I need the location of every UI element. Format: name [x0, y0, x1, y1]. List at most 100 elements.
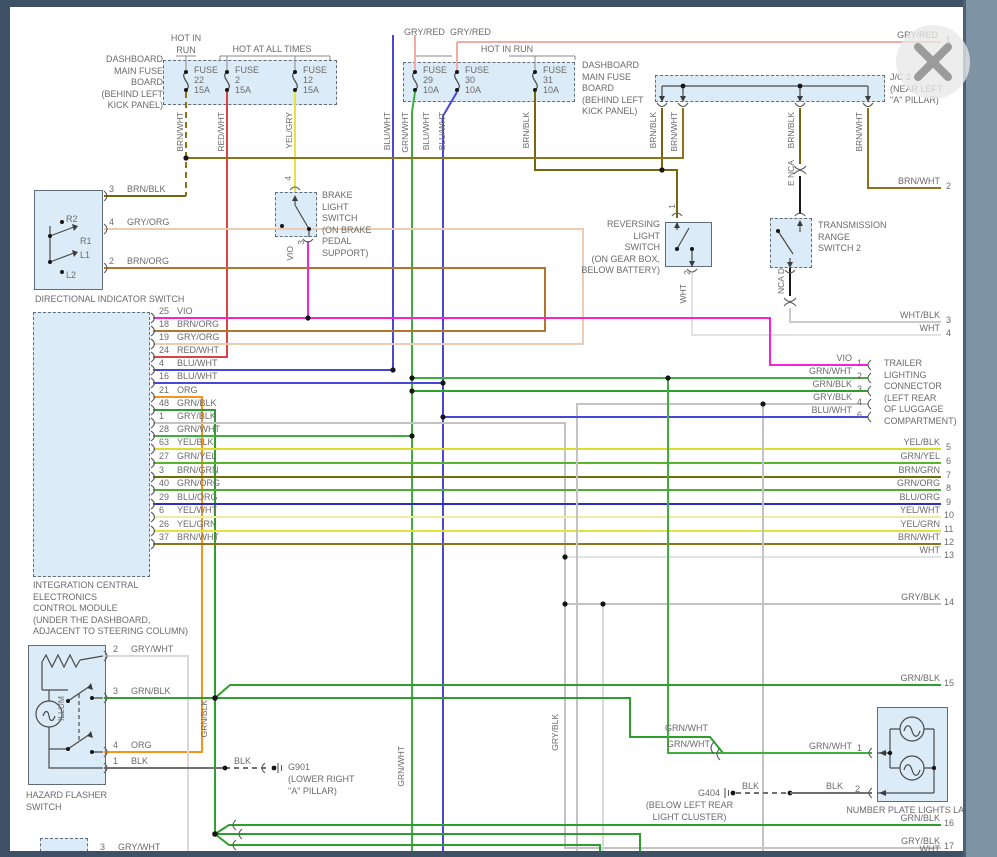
edge-wire: YEL/GRN	[900, 519, 940, 531]
dir-pin: 2BRN/ORG	[109, 256, 169, 266]
dir-contact-r2: R2	[66, 214, 78, 226]
edge-num: 12	[944, 537, 954, 547]
trailer-pin-num: 4	[857, 397, 862, 407]
fuse-board-2-name: DASHBOARD MAIN FUSE BOARD (BEHIND LEFT K…	[582, 60, 644, 118]
edge-wire: GRN/YEL	[900, 451, 940, 463]
edge-num: 14	[944, 597, 954, 607]
edge-num: 4	[946, 328, 951, 338]
wire-label-grn-wht: GRN/WHT	[396, 746, 406, 787]
wire-label-gry-blk: GRY/BLK	[550, 714, 560, 751]
wire-label-wht: WHT	[678, 284, 688, 303]
wire-blu-wht-main	[443, 92, 457, 857]
wire-label-grn-blk: GRN/BLK	[199, 700, 209, 737]
mod-pin: 29BLU/ORG	[159, 492, 218, 502]
edge-num: 3	[946, 315, 951, 325]
hazard-internals	[36, 655, 103, 768]
frame-top	[0, 0, 997, 7]
transmission-name: TRANSMISSION RANGE SWITCH 2	[818, 220, 887, 255]
wire-label: BRN/WHT	[175, 112, 185, 152]
g901-wire-label: BLK	[234, 756, 251, 768]
trailer-wire: VIO	[836, 353, 852, 365]
trailer-pin-num: 6	[857, 410, 862, 420]
close-button[interactable]	[896, 25, 970, 99]
dir-pin: 3BRN/BLK	[109, 184, 166, 194]
wire-label: YEL/GRY	[284, 112, 294, 149]
wire-grn-wht-lamp	[668, 378, 872, 753]
gry-red-label-b: GRY/RED	[450, 27, 491, 39]
fuse-board-1-name: DASHBOARD MAIN FUSE BOARD (BEHIND LEFT K…	[40, 54, 163, 112]
fuse-29-label: FUSE 29 10A	[423, 65, 447, 95]
edge-wire: BRN/WHT	[898, 176, 940, 188]
reversing-name: REVERSING LIGHT SWITCH (ON GEAR BOX, BEL…	[540, 219, 660, 277]
mod-pin: 27GRN/YEL	[159, 451, 217, 461]
fuse-12-label: FUSE 12 15A	[303, 65, 327, 95]
mod-pin: 28GRN/WHT	[159, 424, 220, 434]
wire-label-vio: VIO	[285, 246, 295, 261]
wire-label: BLU/WHT	[437, 112, 447, 150]
wire-grn-blk-haz	[104, 698, 723, 753]
lamp-pin-num: 1	[857, 743, 862, 753]
trailer-wire: GRY/BLK	[813, 392, 852, 404]
wiring-diagram: HOT IN RUN HOT AT ALL TIMES DASHBOARD MA…	[0, 0, 997, 857]
illum-label: ILLUM	[56, 696, 66, 721]
edge-wire: BLU/ORG	[899, 492, 940, 504]
g901-name: G901	[288, 762, 310, 774]
wire-wht-edge4	[692, 273, 941, 335]
hot-in-run-2: HOT IN RUN	[455, 44, 559, 56]
mod-pin: 25VIO	[159, 306, 193, 316]
wire-label: BRN/BLK	[648, 112, 658, 148]
hot-at-all-times: HOT AT ALL TIMES	[210, 44, 334, 56]
edge-wire: YEL/WHT	[900, 505, 940, 517]
g404-location: (BELOW LEFT REAR LIGHT CLUSTER)	[612, 800, 767, 823]
edge-num: 7	[946, 470, 951, 480]
trailer-pin-num: 3	[857, 384, 862, 394]
junction-dots	[183, 155, 765, 857]
brake-name: BRAKE LIGHT SWITCH (ON BRAKE PEDAL SUPPO…	[322, 190, 372, 259]
haz-pin: 1BLK	[113, 756, 148, 766]
brake-pin-bot-num: 3	[296, 240, 306, 245]
close-icon	[896, 25, 970, 99]
edge-wire: GRN/ORG	[897, 478, 940, 490]
rev-pin-bot-num: 2	[682, 270, 692, 275]
dir-contact-r1: R1	[80, 236, 92, 248]
wire-label: BRN/WHT	[669, 112, 679, 152]
mod-pin: 1GRY/BLK	[159, 411, 216, 421]
frame-right-scroll[interactable]	[963, 0, 997, 857]
jc2-bus	[662, 86, 868, 96]
merge-wire-b: GRN/WHT	[667, 739, 710, 751]
wire-label: BRN/WHT	[854, 112, 864, 152]
dir-pin: 4GRY/ORG	[109, 217, 169, 227]
wire-label-nca-d: NCA D	[776, 268, 786, 294]
wire-label: BLU/WHT	[421, 112, 431, 150]
gry-red-label-a: GRY/RED	[404, 27, 445, 39]
mod-pin: 63YEL/BLK	[159, 437, 214, 447]
edge-wire: WHT	[920, 545, 941, 557]
wire-label: GRN/WHT	[400, 112, 410, 153]
edge-num: 15	[944, 678, 954, 688]
wire-label: BRN/BLK	[521, 112, 531, 148]
rev-pin-top-num: 1	[667, 204, 677, 209]
mod-pin: 18BRN/ORG	[159, 319, 219, 329]
fuse-31-label: FUSE 31 10A	[543, 65, 567, 95]
lamp-pin-num: 2	[855, 784, 860, 794]
wire-label: RED/WHT	[216, 112, 226, 152]
edge-wire: WHT	[920, 323, 941, 335]
edge-num: 2	[946, 181, 951, 191]
haz-pin: 2GRY/WHT	[113, 644, 173, 654]
lamp-internals	[877, 717, 936, 796]
mod-pin: 48GRN/BLK	[159, 398, 217, 408]
wire-layer	[0, 0, 997, 857]
mod-pin: 4BLU/WHT	[159, 358, 218, 368]
mod-pin: 6YEL/WHT	[159, 505, 217, 515]
edge-num: 13	[944, 550, 954, 560]
dir-contact-l2: L2	[66, 270, 76, 282]
haz-pin: 4ORG	[113, 740, 152, 750]
g901-location: (LOWER RIGHT "A" PILLAR)	[288, 774, 355, 797]
edge-wire: BRN/GRN	[898, 465, 940, 477]
directional-internals	[48, 220, 78, 274]
fuse-2-label: FUSE 2 15A	[235, 65, 259, 95]
mod-pin: 16BLU/WHT	[159, 371, 218, 381]
edge-wire: GRY/BLK	[901, 592, 940, 604]
edge-num: 9	[946, 497, 951, 507]
mod-pin: 21ORG	[159, 385, 198, 395]
